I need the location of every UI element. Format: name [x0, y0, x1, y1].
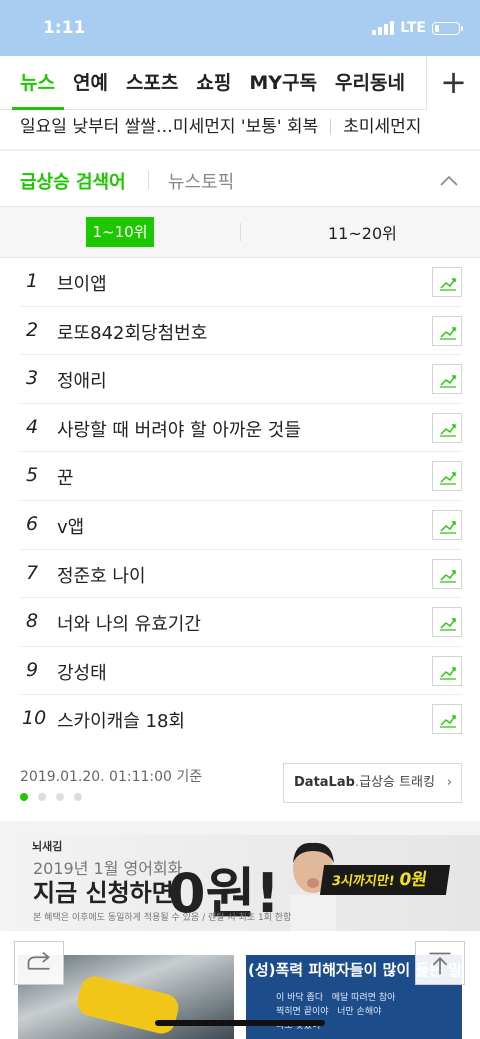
share-button[interactable]	[14, 941, 64, 985]
datalab-brand: DataLab	[294, 775, 355, 790]
add-tab-button[interactable]: +	[426, 56, 480, 110]
ticker-headline[interactable]: 일요일 낮부터 쌀쌀…미세먼지 '보통' 회복	[20, 117, 318, 137]
rank-number: 4	[26, 415, 39, 438]
list-item[interactable]: 7 정준호 나이	[20, 550, 462, 599]
trend-chart-icon[interactable]	[432, 267, 462, 297]
list-item[interactable]: 5 꾼	[20, 452, 462, 501]
scroll-top-button[interactable]	[415, 941, 465, 985]
tab-entertainment[interactable]: 연예	[64, 56, 117, 110]
divider	[0, 821, 480, 835]
trend-chart-icon[interactable]	[432, 558, 462, 589]
ad-badge-value: 0원	[397, 870, 429, 890]
tab-sports[interactable]: 스포츠	[117, 56, 187, 110]
rank-number: 7	[26, 561, 39, 584]
list-item[interactable]: 10 스카이캐슬 18회	[20, 695, 462, 744]
tab-trending-searches[interactable]: 급상승 검색어	[20, 168, 126, 194]
trend-chart-icon[interactable]	[432, 607, 462, 638]
list-item[interactable]: 8 너와 나의 유효기간	[20, 598, 462, 647]
trend-chart-icon[interactable]	[432, 509, 462, 540]
chevron-up-icon[interactable]	[440, 172, 458, 190]
ad-badge-text: 3시까지만!	[330, 874, 396, 889]
ranking-header: 급상승 검색어 뉴스토픽	[0, 152, 480, 206]
tab-news-topics[interactable]: 뉴스토픽	[168, 168, 234, 194]
ad-disclaimer: 본 혜택은 이후에도 동일하게 적용될 수 있음 / 렌탈 시 최초 1회 한함	[33, 913, 292, 923]
tab-news[interactable]: 뉴스	[0, 56, 64, 110]
trend-chart-icon[interactable]	[432, 704, 462, 735]
keyword[interactable]: 정애리	[57, 367, 107, 393]
category-tabs: 뉴스 연예 스포츠 쇼핑 MY구독 우리동네 +	[0, 56, 480, 110]
datalab-button[interactable]: DataLab.급상승 트래킹 ›	[283, 763, 462, 803]
range-tab-11-20[interactable]: 11~20위	[328, 220, 397, 244]
keyword[interactable]: 너와 나의 유효기간	[57, 610, 201, 636]
ad-brand: 뇌새김	[32, 840, 63, 853]
tab-neighborhood[interactable]: 우리동네	[326, 56, 414, 110]
news-ticker: 일요일 낮부터 쌀쌀…미세먼지 '보통' 회복 초미세먼지	[0, 110, 480, 152]
list-item[interactable]: 4 사랑할 때 버려야 할 아까운 것들	[20, 404, 462, 453]
ad-banner[interactable]: 뇌새김 2019년 1월 영어회화 지금 신청하면 0원! 3시까지만! 0원 …	[0, 835, 480, 931]
keyword[interactable]: 사랑할 때 버려야 할 아까운 것들	[57, 416, 301, 442]
keyword[interactable]: 브이앱	[57, 270, 107, 296]
divider	[0, 149, 480, 151]
ticker-next-headline[interactable]: 초미세먼지	[343, 117, 421, 137]
header-divider	[148, 171, 149, 189]
datalab-label: 급상승 트래킹	[359, 775, 435, 790]
trend-chart-icon[interactable]	[432, 461, 462, 492]
status-time: 1:11	[43, 18, 86, 38]
network-label: LTE	[400, 20, 426, 36]
keyword[interactable]: 로또842회당첨번호	[57, 319, 207, 345]
rank-range-tabs: 1~10위 11~20위	[0, 206, 480, 258]
keyword[interactable]: 강성태	[57, 659, 107, 685]
home-indicator[interactable]	[155, 1020, 325, 1026]
keyword[interactable]: 스카이캐슬 18회	[57, 707, 185, 733]
thumbnail-words: 이 바닥 좁다 메달 따려면 참아 찍히면 끝이야 너만 손해야 나도 맞았어	[276, 993, 396, 1031]
keyword[interactable]: 꾼	[57, 464, 74, 490]
signal-icon	[372, 21, 395, 35]
tab-shopping[interactable]: 쇼핑	[187, 56, 240, 110]
rank-number: 9	[26, 658, 39, 681]
rank-number: 2	[26, 318, 39, 341]
rank-number: 10	[22, 707, 47, 730]
list-item[interactable]: 3 정애리	[20, 355, 462, 404]
rank-number: 1	[26, 270, 39, 292]
trend-chart-icon[interactable]	[432, 315, 462, 346]
keyword[interactable]: v앱	[57, 513, 84, 539]
battery-icon	[432, 21, 463, 35]
timestamp: 2019.01.20. 01:11:00 기준	[20, 769, 203, 785]
list-item[interactable]: 6 v앱	[20, 501, 462, 550]
trending-list: 1 브이앱 2 로또842회당첨번호 3 정애리 4 사랑할 때 버려야 할 아…	[0, 258, 480, 744]
tab-my-subscriptions[interactable]: MY구독	[240, 56, 326, 110]
trend-chart-icon[interactable]	[432, 655, 462, 686]
share-icon	[27, 951, 50, 970]
list-item[interactable]: 2 로또842회당첨번호	[20, 307, 462, 356]
status-bar: 1:11 LTE	[0, 0, 480, 56]
range-divider	[240, 223, 241, 241]
ad-line2: 지금 신청하면	[33, 879, 174, 907]
rank-number: 8	[26, 610, 39, 633]
trend-chart-icon[interactable]	[432, 412, 462, 443]
trend-chart-icon[interactable]	[432, 364, 462, 395]
chevron-right-icon: ›	[446, 775, 452, 790]
keyword[interactable]: 정준호 나이	[57, 562, 146, 588]
range-tab-1-10[interactable]: 1~10위	[86, 217, 154, 247]
arrow-up-icon	[429, 952, 451, 975]
rank-number: 3	[26, 367, 39, 390]
ranking-footer: 2019.01.20. 01:11:00 기준 DataLab.급상승 트래킹 …	[0, 745, 480, 821]
rank-number: 5	[26, 464, 39, 487]
page-indicator[interactable]	[20, 793, 82, 801]
ticker-divider	[330, 119, 332, 134]
list-item[interactable]: 9 강성태	[20, 647, 462, 696]
list-item[interactable]: 1 브이앱	[20, 258, 462, 307]
ad-badge: 3시까지만! 0원	[319, 865, 451, 895]
rank-number: 6	[26, 512, 39, 535]
fuel-nozzle-image	[74, 973, 182, 1037]
